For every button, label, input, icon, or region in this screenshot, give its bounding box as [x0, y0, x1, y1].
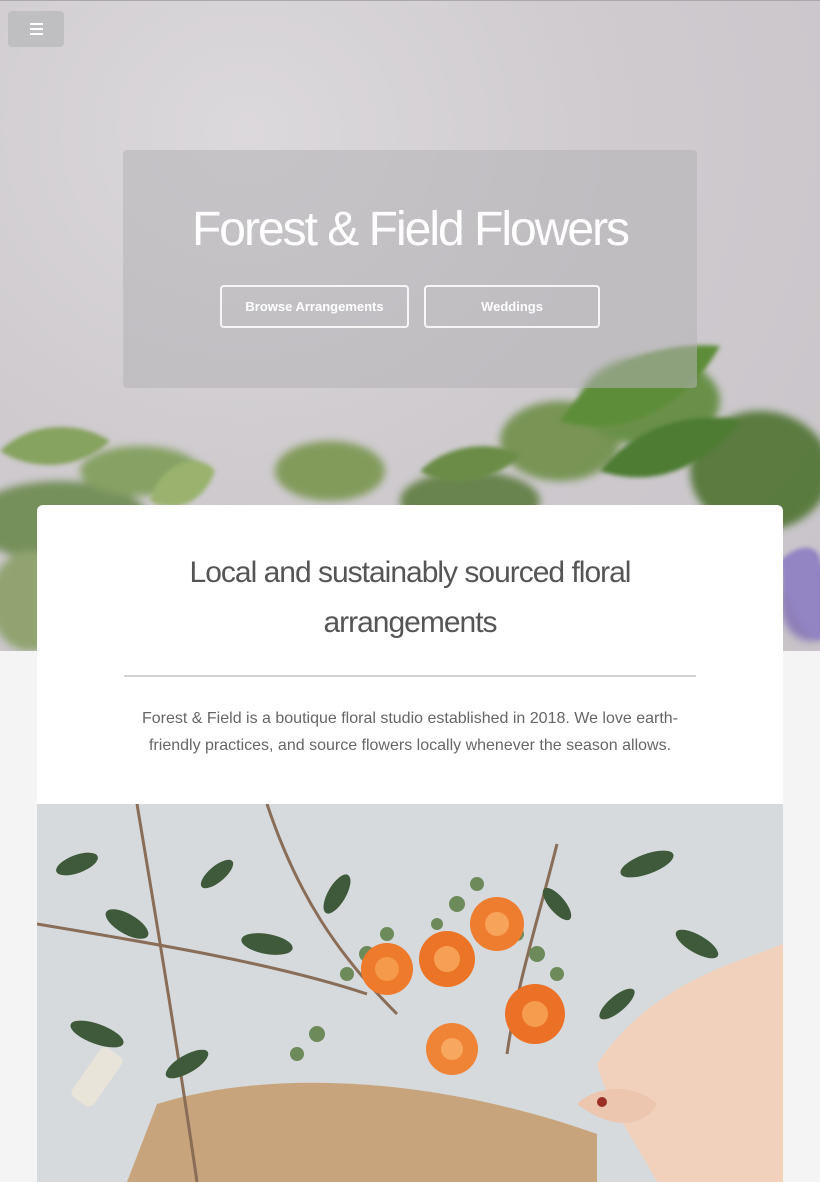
menu-button[interactable] [8, 11, 64, 47]
intro-heading: Local and sustainably sourced floral arr… [189, 556, 632, 639]
hamburger-menu-icon [29, 23, 43, 35]
intro-divider [124, 675, 696, 677]
browse-arrangements-button[interactable]: Browse Arrangements [220, 285, 409, 328]
intro-description: Forest & Field is a boutique floral stud… [142, 710, 678, 754]
hero-overlay-card [123, 150, 697, 388]
bouquet-photo [37, 804, 783, 1182]
weddings-button[interactable]: Weddings [424, 285, 600, 328]
page: Forest & Field Flowers Browse Arrangemen… [0, 0, 820, 1182]
hero-title: Forest & Field Flowers [191, 203, 630, 256]
